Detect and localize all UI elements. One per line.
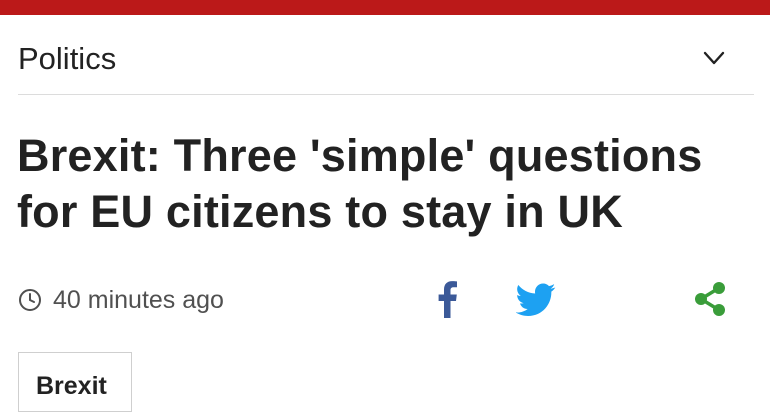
article-meta: 40 minutes ago (18, 280, 224, 320)
brand-accent-bar (0, 0, 770, 15)
article-headline: Brexit: Three 'simple' questions for EU … (17, 130, 703, 237)
clock-icon (19, 289, 41, 311)
article-timestamp: 40 minutes ago (53, 285, 224, 314)
chevron-down-icon[interactable] (702, 49, 726, 67)
twitter-icon[interactable] (516, 283, 556, 317)
section-header: Politics (18, 15, 754, 95)
share-icon[interactable] (692, 280, 728, 318)
topic-tag[interactable]: Brexit (18, 352, 132, 412)
topic-tag-label: Brexit (36, 372, 107, 400)
facebook-icon[interactable] (435, 280, 459, 318)
section-title[interactable]: Politics (18, 39, 116, 79)
